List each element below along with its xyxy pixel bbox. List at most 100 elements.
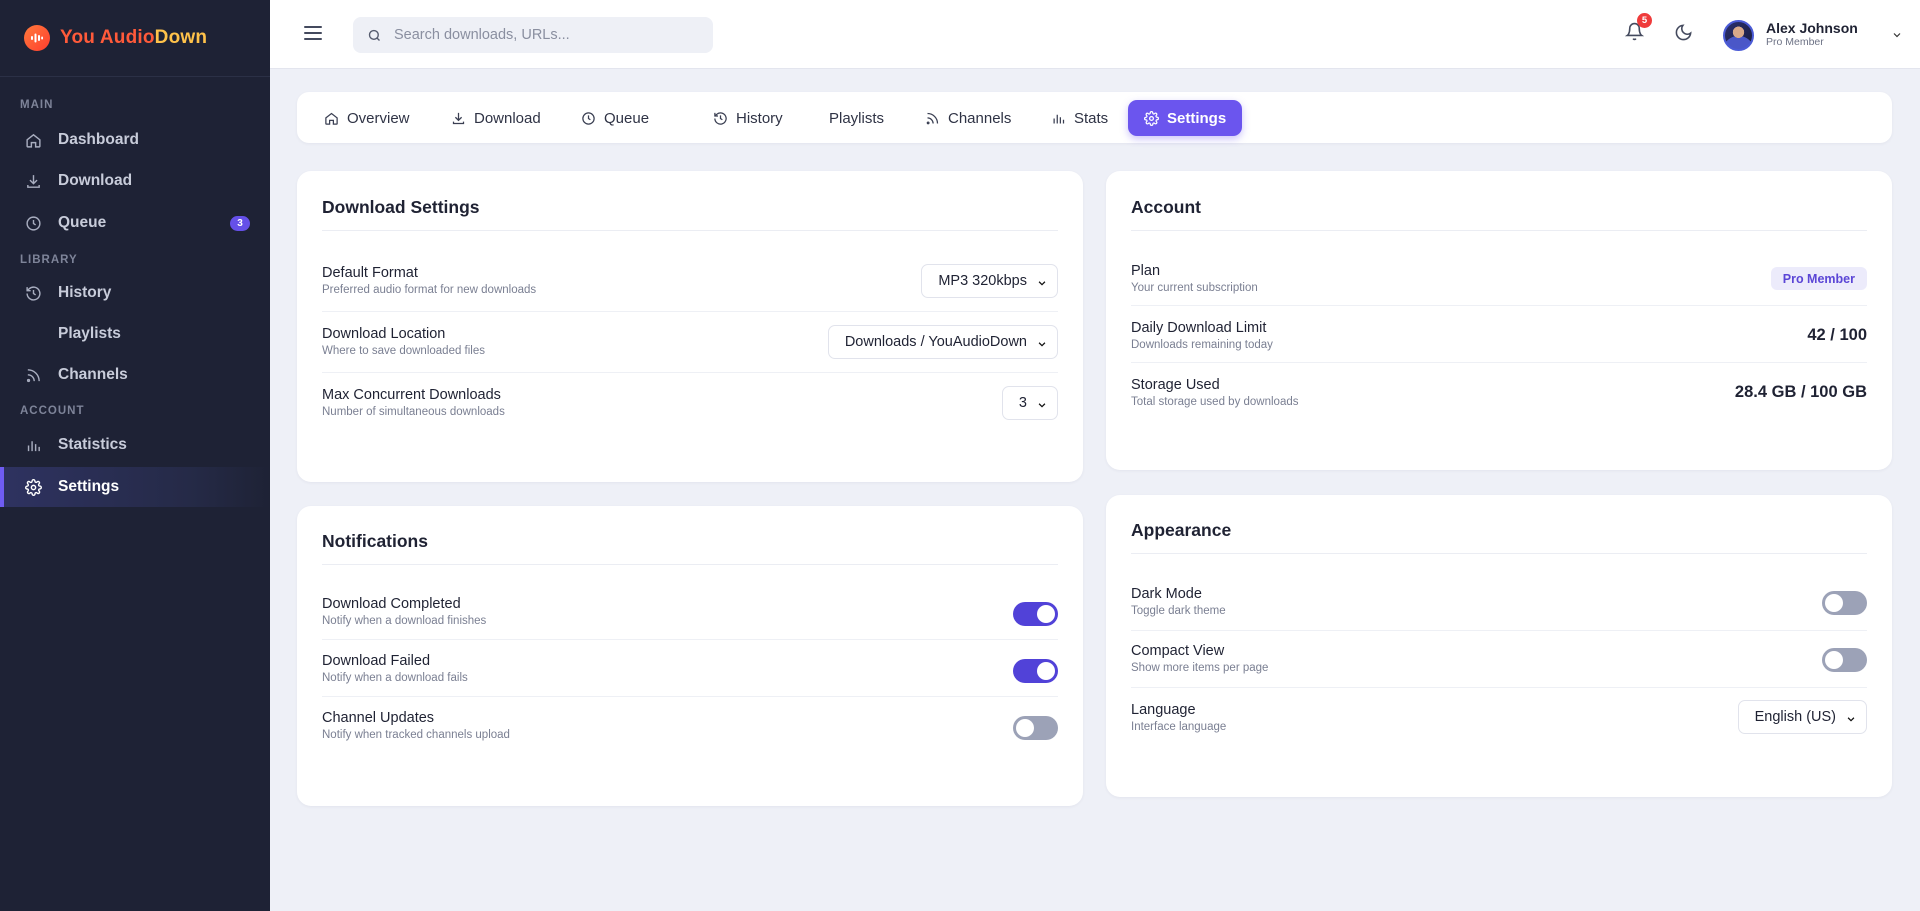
bar-chart-icon bbox=[1053, 114, 1065, 123]
notifications-card: Notifications Download Completed Notify … bbox=[297, 506, 1083, 806]
audio-wave-logo-icon bbox=[24, 25, 50, 51]
select-value: 3 bbox=[1018, 395, 1027, 411]
setting-description: Your current subscription bbox=[1131, 282, 1258, 294]
tab-label: Queue bbox=[604, 109, 650, 127]
sidebar-item-playlists[interactable]: Playlists bbox=[0, 314, 270, 354]
search-input[interactable] bbox=[394, 27, 694, 43]
theme-toggle-button[interactable] bbox=[1674, 23, 1694, 43]
account-row-daily-limit: Daily Download Limit Downloads remaining… bbox=[1131, 320, 1867, 353]
setting-row-max-concurrent: Max Concurrent Downloads Number of simul… bbox=[322, 387, 1058, 420]
setting-label: Dark Mode bbox=[1131, 586, 1202, 602]
sidebar-item-channels[interactable]: Channels bbox=[0, 355, 270, 395]
row-separator bbox=[322, 639, 1058, 640]
notification-row-channel-updates: Channel Updates Notify when tracked chan… bbox=[322, 710, 1058, 743]
appearance-row-dark-mode: Dark Mode Toggle dark theme bbox=[1131, 586, 1867, 619]
gear-icon bbox=[1144, 110, 1159, 126]
setting-label: Daily Download Limit bbox=[1131, 320, 1267, 336]
brand-name-part1: You Audio bbox=[60, 27, 155, 48]
daily-limit-value: 42 / 100 bbox=[1807, 326, 1867, 344]
plan-badge: Pro Member bbox=[1770, 267, 1867, 290]
toggle-knob bbox=[1037, 605, 1055, 623]
dark-mode-toggle[interactable] bbox=[1822, 591, 1867, 615]
setting-label: Download Failed bbox=[322, 653, 431, 669]
setting-description: Downloads remaining today bbox=[1131, 339, 1273, 351]
row-separator bbox=[1131, 362, 1867, 363]
rss-icon bbox=[24, 366, 42, 384]
max-concurrent-select[interactable]: 3 bbox=[1001, 386, 1058, 420]
notifications-button[interactable]: 5 bbox=[1624, 13, 1652, 44]
sidebar-item-label: Playlists bbox=[58, 325, 121, 342]
sidebar-item-label: Settings bbox=[58, 478, 120, 495]
chevron-down-icon bbox=[1038, 281, 1046, 286]
card-divider bbox=[1131, 553, 1867, 554]
sidebar-item-label: Dashboard bbox=[58, 131, 139, 148]
download-icon bbox=[452, 112, 465, 124]
card-divider bbox=[1131, 230, 1867, 231]
queue-count-badge: 3 bbox=[230, 216, 250, 231]
row-separator bbox=[322, 372, 1058, 373]
tab-channels[interactable]: Channels bbox=[915, 100, 1021, 136]
brand[interactable]: You AudioDown bbox=[0, 0, 270, 77]
tab-queue[interactable]: Queue bbox=[571, 100, 659, 136]
sidebar-item-queue[interactable]: Queue 3 bbox=[0, 203, 270, 243]
nav-section-main: MAIN bbox=[20, 99, 54, 111]
avatar bbox=[1723, 19, 1754, 51]
menu-toggle-icon[interactable] bbox=[304, 24, 322, 42]
chevron-down-icon bbox=[1847, 717, 1855, 722]
setting-description: Toggle dark theme bbox=[1131, 605, 1226, 617]
sidebar-item-dashboard[interactable]: Dashboard bbox=[0, 120, 270, 160]
compact-view-toggle[interactable] bbox=[1822, 648, 1867, 672]
tab-overview[interactable]: Overview bbox=[314, 100, 420, 136]
tab-label: Overview bbox=[347, 109, 410, 127]
search-box[interactable] bbox=[353, 17, 713, 53]
default-format-select[interactable]: MP3 320kbps bbox=[921, 264, 1058, 298]
sidebar: You AudioDown MAIN Dashboard Download Qu… bbox=[0, 0, 270, 911]
tab-download[interactable]: Download bbox=[441, 100, 551, 136]
brand-name-part2: Down bbox=[154, 27, 208, 48]
setting-label: Channel Updates bbox=[322, 710, 435, 726]
sidebar-item-settings[interactable]: Settings bbox=[0, 467, 270, 507]
card-title: Appearance bbox=[1131, 520, 1232, 540]
brand-name: You AudioDown bbox=[60, 27, 207, 49]
download-failed-toggle[interactable] bbox=[1013, 659, 1058, 683]
language-select[interactable]: English (US) bbox=[1737, 700, 1867, 734]
user-role: Pro Member bbox=[1766, 36, 1824, 48]
sidebar-item-statistics[interactable]: Statistics bbox=[0, 425, 270, 465]
tab-label: Channels bbox=[948, 109, 1012, 127]
tab-playlists[interactable]: Playlists bbox=[819, 100, 894, 136]
sidebar-item-label: Statistics bbox=[58, 436, 127, 453]
notification-row-download-failed: Download Failed Notify when a download f… bbox=[322, 653, 1058, 686]
nav-section-account: ACCOUNT bbox=[20, 405, 85, 417]
home-icon bbox=[24, 131, 42, 149]
tab-history[interactable]: History bbox=[703, 100, 793, 136]
sidebar-item-download[interactable]: Download bbox=[0, 161, 270, 201]
channel-updates-toggle[interactable] bbox=[1013, 716, 1058, 740]
tab-label: Stats bbox=[1074, 109, 1109, 127]
setting-description: Number of simultaneous downloads bbox=[322, 406, 505, 418]
clock-icon bbox=[582, 111, 595, 125]
user-menu[interactable]: Alex Johnson Pro Member bbox=[1723, 18, 1903, 52]
gear-icon bbox=[24, 478, 42, 496]
tab-bar: Overview Download Queue History Playlist… bbox=[297, 92, 1892, 143]
setting-label: Plan bbox=[1131, 263, 1161, 279]
card-divider bbox=[322, 564, 1058, 565]
account-row-plan: Plan Your current subscription bbox=[1131, 263, 1867, 296]
sidebar-item-label: Channels bbox=[58, 366, 128, 383]
tab-stats[interactable]: Stats bbox=[1041, 100, 1118, 136]
row-separator bbox=[1131, 630, 1867, 631]
topbar: 5 Alex Johnson Pro Member bbox=[270, 0, 1920, 69]
rss-icon bbox=[926, 112, 939, 124]
row-separator bbox=[322, 696, 1058, 697]
notification-count-badge: 5 bbox=[1637, 13, 1652, 28]
sidebar-item-history[interactable]: History bbox=[0, 273, 270, 313]
tab-settings[interactable]: Settings bbox=[1128, 100, 1243, 136]
download-location-select[interactable]: Downloads / YouAudioDown bbox=[827, 325, 1058, 359]
chevron-down-icon bbox=[1038, 342, 1046, 347]
card-title: Notifications bbox=[322, 531, 428, 551]
clock-icon bbox=[24, 214, 42, 232]
appearance-card: Appearance Dark Mode Toggle dark theme C… bbox=[1106, 495, 1892, 797]
nav-section-library: LIBRARY bbox=[20, 254, 78, 266]
history-icon bbox=[714, 111, 727, 125]
search-icon bbox=[368, 29, 380, 41]
download-completed-toggle[interactable] bbox=[1013, 602, 1058, 626]
